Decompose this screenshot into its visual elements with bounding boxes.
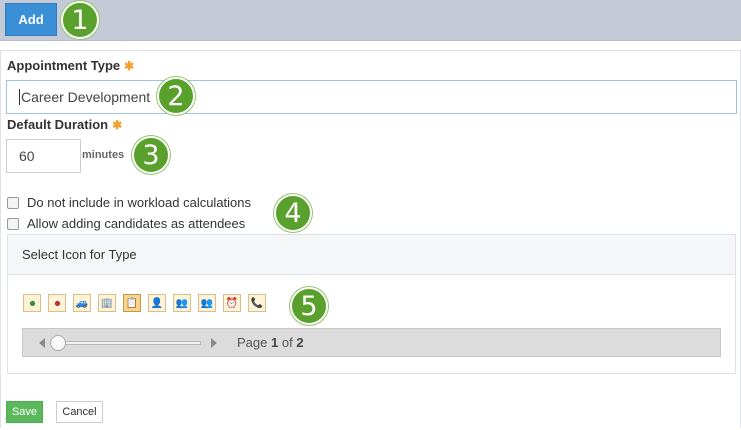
pager-prev-icon[interactable] [39, 337, 45, 348]
candidates-option-label: Allow adding candidates as attendees [27, 216, 246, 231]
group-meeting-icon[interactable]: 👥 [173, 294, 191, 312]
appointment-type-label: Appointment Type ✱ [7, 58, 135, 73]
clock-icon[interactable]: ⏰ [223, 294, 241, 312]
callout-1: 1 [61, 1, 99, 39]
workload-option[interactable]: Do not include in workload calculations [7, 195, 251, 210]
icon-list: 🚙 🏢 📋 👤 👥 👥 ⏰ 📞 [23, 294, 266, 312]
callout-4: 4 [274, 194, 312, 232]
pager-slider[interactable] [50, 334, 201, 351]
default-duration-label: Default Duration ✱ [7, 117, 123, 132]
interview-icon[interactable]: 👤 [148, 294, 166, 312]
phone-call-icon[interactable]: 📞 [248, 294, 266, 312]
candidates-option[interactable]: Allow adding candidates as attendees [7, 216, 245, 231]
top-toolbar: Add [0, 0, 741, 41]
icon-pager: Page 1 of 2 [22, 328, 721, 357]
presentation-icon[interactable]: 📋 [123, 294, 141, 312]
duration-input[interactable]: 60 [6, 139, 81, 173]
workload-option-label: Do not include in workload calculations [27, 195, 252, 210]
pager-slider-handle[interactable] [50, 334, 66, 351]
callout-2: 2 [157, 77, 195, 115]
green-dot-icon[interactable] [23, 294, 41, 312]
appointment-type-form-page: Add 1 Appointment Type ✱ Career Developme… [0, 0, 741, 430]
green-dot [29, 300, 35, 306]
callout-5: 5 [290, 287, 328, 325]
red-dot [54, 300, 60, 306]
red-dot-icon[interactable] [48, 294, 66, 312]
car-icon[interactable]: 🚙 [73, 294, 91, 312]
duration-value: 60 [19, 148, 35, 164]
save-button[interactable]: Save [6, 401, 43, 423]
appointment-type-input[interactable]: Career Development [6, 80, 737, 114]
add-button[interactable]: Add [5, 3, 57, 36]
duration-unit-label: minutes [82, 149, 125, 161]
text-cursor [19, 89, 20, 105]
candidates-checkbox[interactable] [7, 217, 19, 230]
required-marker: ✱ [112, 118, 123, 132]
team-icon[interactable]: 👥 [198, 294, 216, 312]
callout-3: 3 [132, 136, 170, 174]
workload-checkbox[interactable] [7, 196, 19, 209]
appointment-type-value: Career Development [21, 89, 151, 105]
cancel-button[interactable]: Cancel [56, 401, 103, 423]
page-indicator: Page 1 of 2 [237, 335, 304, 350]
building-icon[interactable]: 🏢 [98, 294, 116, 312]
icon-picker-heading: Select Icon for Type [8, 235, 735, 275]
pager-next-icon[interactable] [211, 337, 217, 348]
required-marker: ✱ [124, 59, 135, 73]
